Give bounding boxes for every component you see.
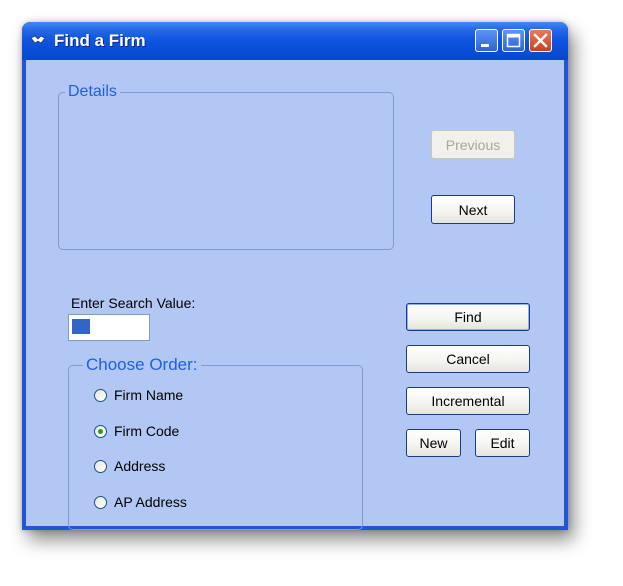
- radio-ap-address[interactable]: AP Address: [94, 494, 187, 510]
- radio-ap-address-label: AP Address: [114, 494, 187, 510]
- choose-order-legend: Choose Order:: [83, 355, 201, 375]
- search-value-label: Enter Search Value:: [71, 295, 196, 311]
- new-button-label: New: [419, 435, 448, 451]
- search-input[interactable]: [68, 314, 150, 341]
- radio-address-label: Address: [114, 458, 166, 474]
- details-legend: Details: [65, 83, 120, 101]
- cancel-button-label: Cancel: [446, 351, 490, 367]
- previous-button-label: Previous: [445, 136, 501, 153]
- details-groupbox: Details: [58, 83, 394, 250]
- find-button[interactable]: Find: [406, 303, 530, 331]
- search-input-selection: [72, 319, 90, 334]
- maximize-icon: [506, 33, 521, 48]
- radio-address-button[interactable]: [94, 459, 107, 473]
- find-firm-window: Find a Firm Details Previous Next Enter …: [22, 22, 568, 530]
- new-button[interactable]: New: [406, 429, 461, 457]
- radio-firm-name-label: Firm Name: [114, 387, 184, 403]
- radio-address[interactable]: Address: [94, 458, 165, 474]
- dialog-client-area: Details Previous Next Enter Search Value…: [26, 60, 564, 530]
- radio-firm-name-button[interactable]: [94, 388, 107, 402]
- radio-firm-code-label: Firm Code: [114, 423, 180, 439]
- window-title: Find a Firm: [54, 31, 146, 50]
- title-bar[interactable]: Find a Firm: [22, 22, 568, 60]
- radio-firm-name[interactable]: Firm Name: [94, 387, 183, 403]
- edit-button[interactable]: Edit: [475, 429, 530, 457]
- previous-button[interactable]: Previous: [431, 130, 515, 159]
- minimize-icon: [481, 44, 489, 47]
- edit-button-label: Edit: [490, 435, 515, 451]
- next-button[interactable]: Next: [431, 195, 515, 224]
- next-button-label: Next: [458, 201, 488, 218]
- radio-firm-code-button[interactable]: [94, 424, 107, 438]
- close-button[interactable]: [529, 29, 552, 52]
- close-icon: [533, 33, 548, 48]
- find-button-label: Find: [454, 309, 482, 325]
- radio-ap-address-button[interactable]: [94, 495, 107, 509]
- incremental-button-label: Incremental: [431, 393, 505, 409]
- maximize-button[interactable]: [502, 29, 525, 52]
- minimize-button[interactable]: [475, 29, 498, 52]
- incremental-button[interactable]: Incremental: [406, 387, 530, 415]
- app-icon: [30, 35, 46, 44]
- radio-firm-code[interactable]: Firm Code: [94, 423, 179, 439]
- cancel-button[interactable]: Cancel: [406, 345, 530, 373]
